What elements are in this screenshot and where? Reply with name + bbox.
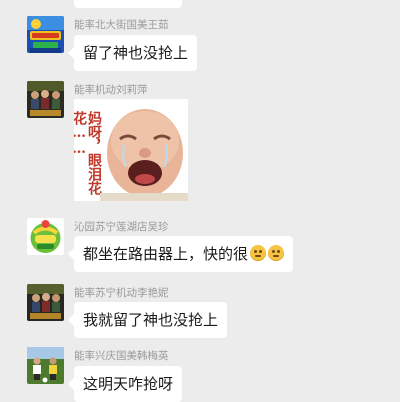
avatar-icon[interactable] — [27, 16, 64, 53]
message-bubble[interactable]: 我就留了神也没抢上 — [67, 302, 228, 338]
sender-name: 能率苏宁机动李艳妮 — [74, 287, 169, 299]
cartoon-logo-avatar-icon — [27, 218, 64, 255]
message-text: 都坐在路由器上，快的很 — [83, 245, 249, 263]
dizzy-face-emoji-icon — [268, 245, 285, 261]
sender-name: 能率兴庆国美韩梅英 — [74, 350, 169, 362]
chat-message-list[interactable]: 能率北大街国美王茹 留了神也没抢上 能率机动刘莉萍 妈呀，眼泪花花…… 沁园苏宁… — [0, 0, 400, 402]
game-logo-avatar-icon — [27, 16, 64, 53]
dizzy-face-emoji-icon — [250, 245, 267, 261]
sticker-caption: 妈呀，眼泪花花…… — [74, 111, 102, 195]
avatar-icon[interactable] — [27, 218, 64, 255]
movie-poster-avatar-icon — [27, 284, 64, 321]
message-text: 留了神也没抢上 — [83, 44, 189, 62]
message-text: 这明天咋抢呀 — [83, 375, 174, 393]
crying-baby-face-icon — [100, 109, 188, 201]
avatar-icon[interactable] — [27, 347, 64, 384]
sender-name: 沁园苏宁莲湖店吴珍 — [74, 221, 169, 233]
previous-message-bubble[interactable] — [74, 0, 182, 8]
movie-poster-avatar-icon — [27, 81, 64, 118]
message-bubble[interactable]: 都坐在路由器上，快的很 — [67, 236, 294, 272]
avatar-icon[interactable] — [27, 284, 64, 321]
sender-name: 能率机动刘莉萍 — [74, 84, 148, 96]
message-bubble[interactable]: 这明天咋抢呀 — [67, 366, 183, 402]
avatar-icon[interactable] — [27, 81, 64, 118]
soccer-players-avatar-icon — [27, 347, 64, 384]
crying-baby-sticker[interactable]: 妈呀，眼泪花花…… — [74, 99, 188, 201]
message-bubble[interactable]: 留了神也没抢上 — [67, 35, 198, 71]
message-text: 我就留了神也没抢上 — [83, 311, 219, 329]
sender-name: 能率北大街国美王茹 — [74, 19, 169, 31]
